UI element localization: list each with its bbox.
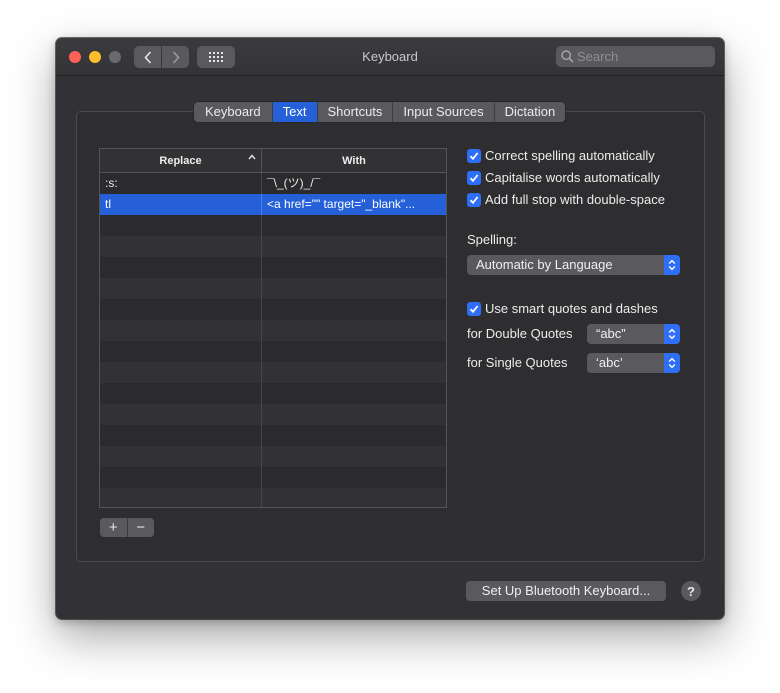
checkmark-icon (467, 170, 481, 185)
tab-keyboard[interactable]: Keyboard (194, 102, 272, 122)
column-header-replace-label: Replace (159, 154, 202, 167)
empty-table-row (100, 236, 446, 257)
spelling-select-value: Automatic by Language (476, 257, 613, 272)
checkmark-icon (467, 301, 481, 316)
text-replacement-table[interactable]: Replace With :s: ¯\_(ツ)_/¯ tl <a href=""… (99, 148, 447, 508)
double-quotes-label: for Double Quotes (467, 326, 573, 341)
full-stop-checkbox[interactable]: Add full stop with double-space (467, 192, 665, 207)
spelling-select[interactable]: Automatic by Language (467, 255, 680, 275)
empty-table-row (100, 425, 446, 446)
search-icon (561, 50, 574, 63)
title-bar: Keyboard (56, 38, 724, 76)
capitalise-words-checkbox[interactable]: Capitalise words automatically (467, 170, 660, 185)
column-header-with[interactable]: With (262, 149, 446, 172)
add-remove-control: + − (100, 518, 154, 537)
tab-bar: Keyboard Text Shortcuts Input Sources Di… (193, 101, 567, 123)
empty-table-row (100, 383, 446, 404)
replace-cell[interactable]: tl (100, 194, 262, 215)
full-stop-label: Add full stop with double-space (485, 192, 665, 207)
single-quotes-select[interactable]: ‘abc’ (587, 353, 680, 373)
table-rows: :s: ¯\_(ツ)_/¯ tl <a href="" target="_bla… (100, 173, 446, 507)
with-cell[interactable]: ¯\_(ツ)_/¯ (262, 173, 446, 194)
double-quotes-select-value: “abc” (596, 326, 626, 341)
spelling-label: Spelling: (467, 232, 517, 247)
chevron-up-down-icon (664, 353, 680, 373)
smart-quotes-label: Use smart quotes and dashes (485, 301, 658, 316)
correct-spelling-label: Correct spelling automatically (485, 148, 655, 163)
sort-ascending-icon (248, 154, 256, 160)
empty-table-row (100, 278, 446, 299)
empty-table-row (100, 215, 446, 236)
table-row[interactable]: tl <a href="" target="_blank"... (100, 194, 446, 215)
set-up-bluetooth-keyboard-button[interactable]: Set Up Bluetooth Keyboard... (466, 581, 666, 601)
empty-table-row (100, 467, 446, 488)
empty-table-row (100, 299, 446, 320)
with-cell[interactable]: <a href="" target="_blank"... (262, 194, 446, 215)
tab-input-sources[interactable]: Input Sources (392, 102, 493, 122)
double-quotes-select[interactable]: “abc” (587, 324, 680, 344)
smart-quotes-checkbox[interactable]: Use smart quotes and dashes (467, 301, 658, 316)
column-header-replace[interactable]: Replace (100, 149, 262, 172)
empty-table-row (100, 404, 446, 425)
empty-table-row (100, 320, 446, 341)
capitalise-words-label: Capitalise words automatically (485, 170, 660, 185)
search-field[interactable] (556, 46, 715, 67)
search-input[interactable] (577, 49, 707, 64)
tab-dictation[interactable]: Dictation (493, 102, 566, 122)
help-button[interactable]: ? (681, 581, 701, 601)
single-quotes-select-value: ‘abc’ (596, 355, 623, 370)
tab-text[interactable]: Text (271, 102, 317, 122)
empty-table-row (100, 446, 446, 467)
column-header-with-label: With (342, 154, 366, 167)
checkmark-icon (467, 192, 481, 207)
empty-table-row (100, 362, 446, 383)
keyboard-preferences-window: Keyboard Keyboard Text Shortcuts Input S… (56, 38, 724, 619)
remove-replacement-button[interactable]: − (126, 518, 155, 537)
single-quotes-label: for Single Quotes (467, 355, 568, 370)
chevron-up-down-icon (664, 255, 680, 275)
tab-shortcuts[interactable]: Shortcuts (316, 102, 393, 122)
correct-spelling-checkbox[interactable]: Correct spelling automatically (467, 148, 655, 163)
replace-cell[interactable]: :s: (100, 173, 262, 194)
chevron-up-down-icon (664, 324, 680, 344)
checkmark-icon (467, 148, 481, 163)
empty-table-row (100, 488, 446, 507)
table-row[interactable]: :s: ¯\_(ツ)_/¯ (100, 173, 446, 194)
empty-table-row (100, 341, 446, 362)
add-replacement-button[interactable]: + (100, 518, 127, 537)
table-header: Replace With (100, 149, 446, 173)
empty-table-row (100, 257, 446, 278)
